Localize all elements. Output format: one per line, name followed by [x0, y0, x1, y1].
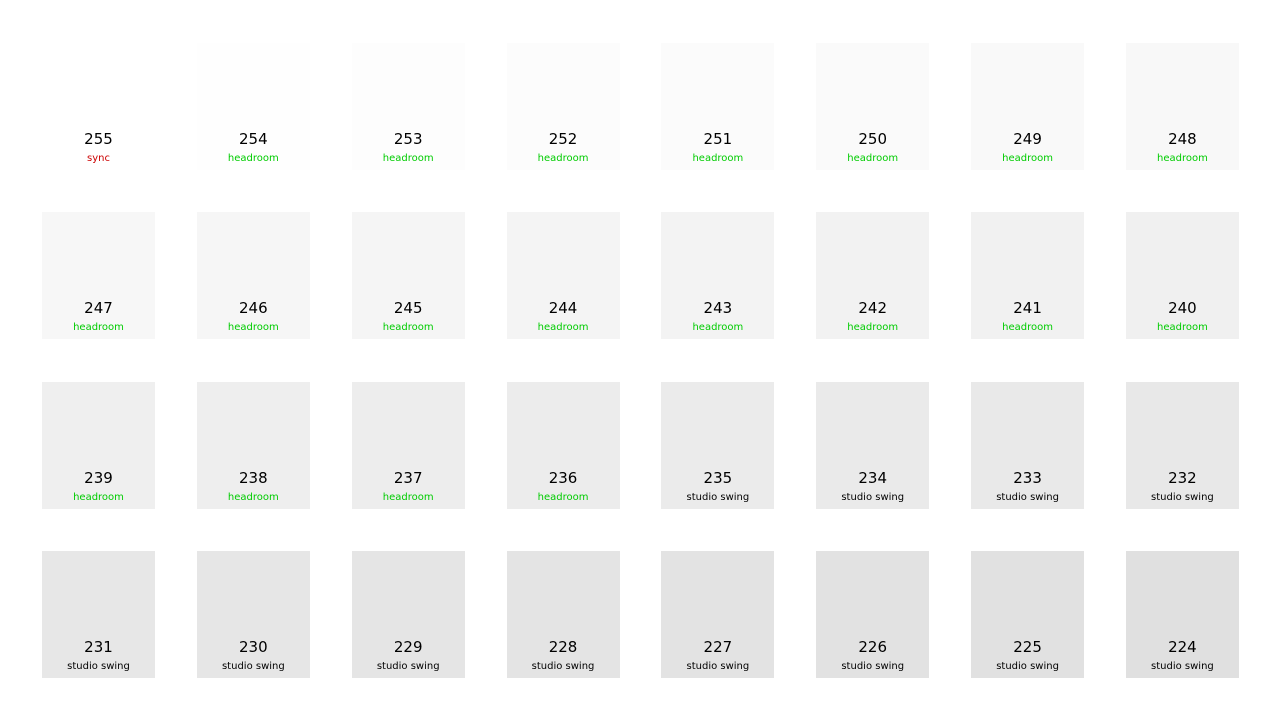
gray-swatch-248: 248 headroom — [1125, 43, 1239, 170]
swatch-range-label: studio swing — [841, 660, 905, 672]
gray-swatch-241: 241 headroom — [971, 212, 1085, 340]
gray-swatch-250: 250 headroom — [816, 43, 930, 170]
swatch-value: 227 — [703, 637, 733, 656]
gray-swatch-237: 237 headroom — [351, 381, 465, 509]
gray-swatch-238: 238 headroom — [196, 381, 310, 509]
swatch-value: 255 — [84, 130, 113, 148]
swatch-range-label: headroom — [73, 322, 124, 334]
gray-swatch-225: 225 studio swing — [971, 550, 1085, 678]
gray-swatch-229: 229 studio swing — [351, 550, 465, 678]
swatch-value: 238 — [239, 468, 268, 487]
swatch-range-label: headroom — [227, 491, 279, 503]
swatch-value: 243 — [703, 299, 733, 318]
swatch-range-label: sync — [87, 153, 110, 164]
swatch-value: 250 — [858, 130, 888, 148]
gray-swatch-249: 249 headroom — [971, 43, 1085, 170]
swatch-range-label: headroom — [537, 153, 589, 164]
swatch-value: 245 — [393, 299, 423, 318]
swatch-range-label: headroom — [382, 322, 434, 334]
swatch-range-label: headroom — [227, 153, 279, 164]
gray-swatch-231: 231 studio swing — [42, 550, 155, 678]
swatch-value: 231 — [84, 637, 113, 656]
swatch-value: 229 — [393, 637, 423, 656]
gray-swatch-227: 227 studio swing — [661, 550, 775, 678]
gray-swatch-242: 242 headroom — [816, 212, 930, 340]
gray-swatch-239: 239 headroom — [42, 381, 155, 509]
swatch-value: 249 — [1013, 130, 1042, 148]
swatch-range-label: studio swing — [1151, 491, 1214, 503]
gray-swatch-252: 252 headroom — [506, 43, 620, 170]
gray-swatch-235: 235 studio swing — [661, 381, 775, 509]
swatch-range-label: headroom — [382, 491, 434, 503]
gray-swatch-240: 240 headroom — [1125, 212, 1239, 340]
swatch-value: 241 — [1013, 299, 1042, 318]
swatch-value: 236 — [548, 468, 578, 487]
swatch-range-label: studio swing — [841, 491, 905, 503]
swatch-value: 246 — [239, 299, 268, 318]
gray-swatch-236: 236 headroom — [506, 381, 620, 509]
swatch-range-label: headroom — [1002, 322, 1053, 334]
gray-swatch-251: 251 headroom — [661, 43, 775, 170]
swatch-range-label: studio swing — [996, 660, 1059, 672]
swatch-range-label: headroom — [73, 491, 124, 503]
swatch-range-label: headroom — [847, 153, 899, 164]
swatch-range-label: headroom — [1156, 322, 1208, 334]
swatch-value: 254 — [239, 130, 268, 148]
swatch-value: 252 — [548, 130, 578, 148]
swatch-value: 253 — [393, 130, 423, 148]
swatch-value: 232 — [1168, 468, 1197, 487]
swatch-value: 248 — [1168, 130, 1197, 148]
swatch-range-label: studio swing — [67, 660, 130, 672]
swatch-range-label: studio swing — [996, 491, 1059, 503]
swatch-range-label: studio swing — [686, 491, 750, 503]
swatch-range-label: headroom — [537, 491, 589, 503]
swatch-range-label: studio swing — [1151, 660, 1214, 672]
swatch-range-label: headroom — [382, 153, 434, 164]
gray-swatch-254: 254 headroom — [196, 43, 310, 170]
swatch-range-label: headroom — [692, 153, 744, 164]
gray-swatch-255: 255 sync — [42, 43, 155, 170]
gray-swatch-230: 230 studio swing — [196, 550, 310, 678]
swatch-value: 233 — [1013, 468, 1042, 487]
swatch-range-label: headroom — [1002, 153, 1053, 164]
swatch-value: 240 — [1168, 299, 1197, 318]
swatch-value: 225 — [1013, 637, 1042, 656]
swatch-value: 237 — [393, 468, 423, 487]
gray-swatch-243: 243 headroom — [661, 212, 775, 340]
swatch-grid: 255 sync 254 headroom 253 headroom 252 headroom… — [42, 43, 1239, 678]
swatch-value: 224 — [1168, 637, 1197, 656]
swatch-value: 228 — [548, 637, 578, 656]
gray-swatch-246: 246 headroom — [196, 212, 310, 340]
swatch-range-label: headroom — [692, 322, 744, 334]
gray-swatch-233: 233 studio swing — [971, 381, 1085, 509]
gray-swatch-228: 228 studio swing — [506, 550, 620, 678]
swatch-value: 226 — [858, 637, 888, 656]
swatch-value: 235 — [703, 468, 733, 487]
swatch-range-label: studio swing — [221, 660, 285, 672]
swatch-value: 247 — [84, 299, 113, 318]
swatch-range-label: studio swing — [686, 660, 750, 672]
swatch-value: 234 — [858, 468, 888, 487]
swatch-value: 239 — [84, 468, 113, 487]
gray-swatch-232: 232 studio swing — [1125, 381, 1239, 509]
swatch-range-label: studio swing — [376, 660, 440, 672]
gray-swatch-245: 245 headroom — [351, 212, 465, 340]
gray-swatch-224: 224 studio swing — [1125, 550, 1239, 678]
gray-swatch-244: 244 headroom — [506, 212, 620, 340]
swatch-value: 242 — [858, 299, 888, 318]
swatch-range-label: studio swing — [531, 660, 595, 672]
swatch-value: 244 — [548, 299, 578, 318]
swatch-range-label: headroom — [537, 322, 589, 334]
gray-swatch-253: 253 headroom — [351, 43, 465, 170]
swatch-range-label: headroom — [847, 322, 899, 334]
swatch-range-label: headroom — [1156, 153, 1208, 164]
swatch-value: 251 — [703, 130, 733, 148]
gray-swatch-226: 226 studio swing — [816, 550, 930, 678]
swatch-range-label: headroom — [227, 322, 279, 334]
swatch-value: 230 — [239, 637, 268, 656]
gray-swatch-247: 247 headroom — [42, 212, 155, 340]
gray-swatch-234: 234 studio swing — [816, 381, 930, 509]
